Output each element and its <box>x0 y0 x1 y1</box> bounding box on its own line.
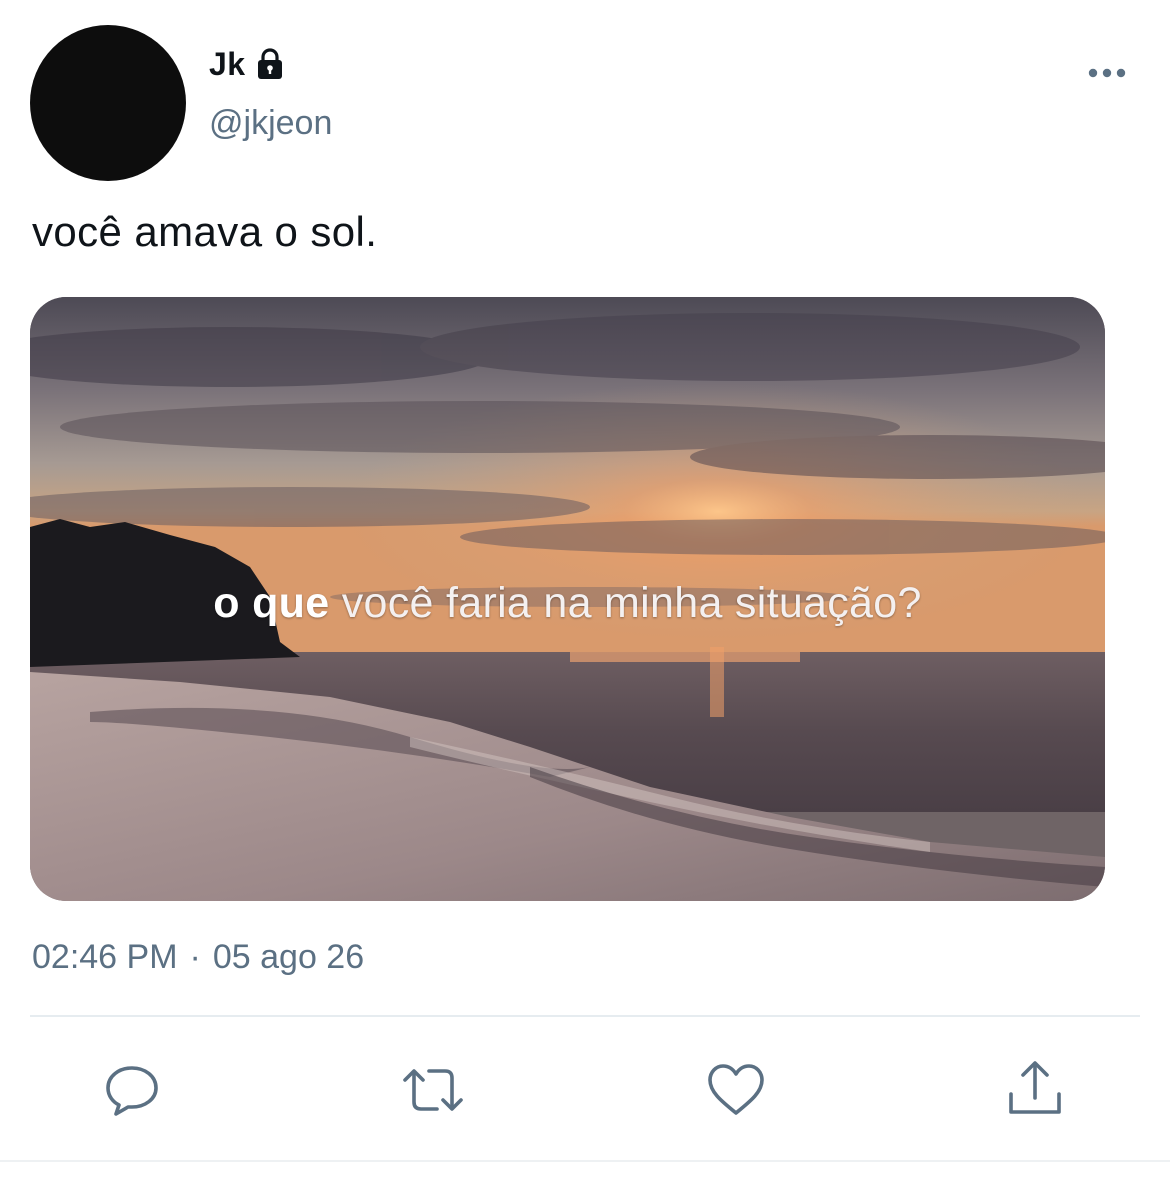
timestamp-separator: · <box>189 938 201 976</box>
tweet-time[interactable]: 02:46 PM <box>32 938 178 977</box>
author-handle[interactable]: @jkjeon <box>209 104 332 143</box>
overlay-caption-rest: você faria na minha situação? <box>329 579 922 627</box>
overlay-caption-lead: o que <box>213 579 330 627</box>
retweet-button[interactable] <box>401 1058 465 1122</box>
share-icon <box>1009 1061 1061 1114</box>
avatar[interactable] <box>30 25 186 181</box>
heart-icon <box>708 1064 764 1115</box>
retweet-icon <box>403 1069 463 1111</box>
reply-button[interactable] <box>100 1058 164 1122</box>
tweet-detail: Jk @jkjeon você amava o sol. o que você … <box>0 0 1170 1180</box>
tweet-actions-bar <box>0 1058 1170 1122</box>
share-button[interactable] <box>1003 1058 1067 1122</box>
media-overlay-caption: o que você faria na minha situação? <box>30 579 1105 628</box>
reply-icon <box>106 1066 158 1116</box>
like-button[interactable] <box>704 1058 768 1122</box>
divider <box>30 1015 1140 1017</box>
more-horizontal-icon[interactable] <box>1082 58 1132 88</box>
tweet-media-image[interactable]: o que você faria na minha situação? <box>30 297 1105 901</box>
tweet-date[interactable]: 05 ago 26 <box>213 938 364 977</box>
display-name[interactable]: Jk <box>209 46 246 83</box>
tweet-text: você amava o sol. <box>32 208 378 255</box>
author-name-row: Jk <box>209 44 288 84</box>
lock-icon <box>252 46 288 82</box>
bottom-divider <box>0 1160 1170 1162</box>
tweet-timestamp: 02:46 PM · 05 ago 26 <box>32 938 364 977</box>
